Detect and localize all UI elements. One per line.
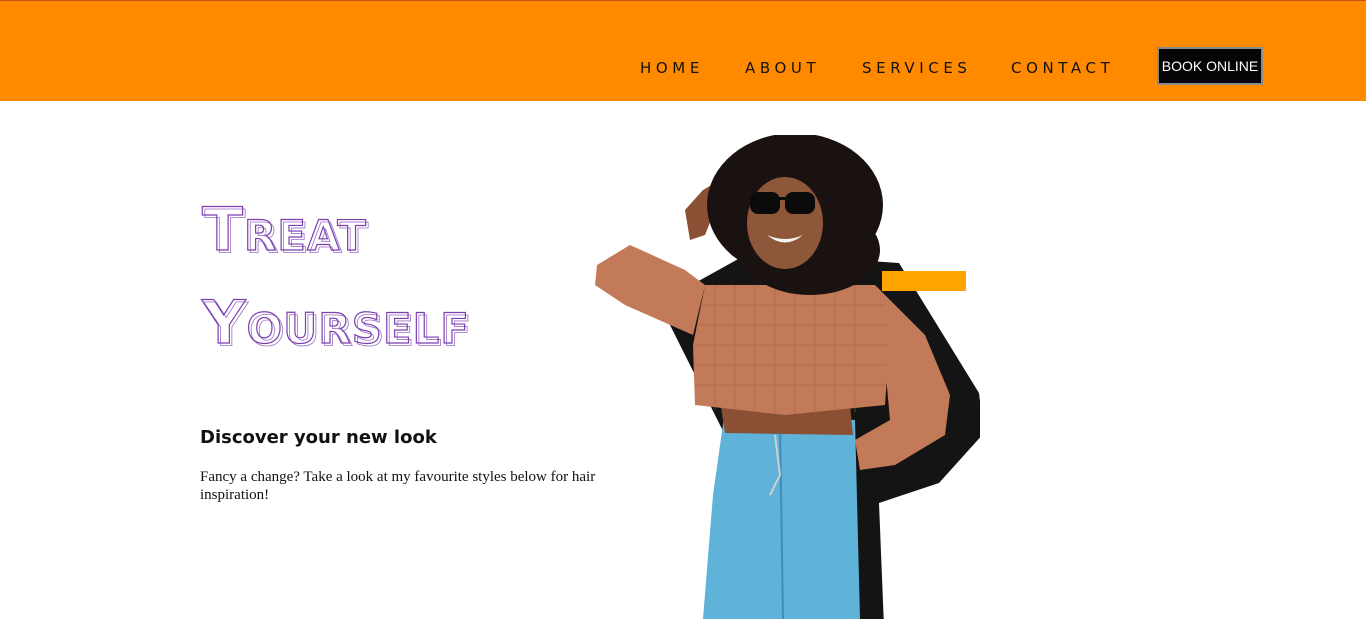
woman-photo-image: [595, 133, 984, 623]
hero-title-line-1-outline: Treat: [205, 198, 370, 268]
hero-title-graphic: Treat Yourself Treat Yourself: [200, 194, 473, 360]
hero-title: Treat Yourself Treat Yourself: [200, 194, 580, 363]
book-online-button[interactable]: BOOK ONLINE: [1157, 47, 1263, 85]
main-navigation: HOME ABOUT SERVICES CONTACT BOOK ONLINE: [0, 1, 1366, 101]
hero-paragraph: Fancy a change? Take a look at my favour…: [200, 469, 596, 503]
hero-title-line-2-outline: Yourself: [204, 291, 473, 356]
nav-contact-link[interactable]: CONTACT: [1011, 59, 1114, 77]
nav-services-link[interactable]: SERVICES: [862, 59, 972, 77]
nav-home-link[interactable]: HOME: [640, 59, 704, 77]
site-header: HOME ABOUT SERVICES CONTACT BOOK ONLINE: [0, 1, 1366, 101]
accent-bar: [882, 271, 966, 291]
hero-subheading: Discover your new look: [200, 427, 437, 448]
nav-about-link[interactable]: ABOUT: [745, 59, 820, 77]
hero-photo: [585, 133, 984, 623]
